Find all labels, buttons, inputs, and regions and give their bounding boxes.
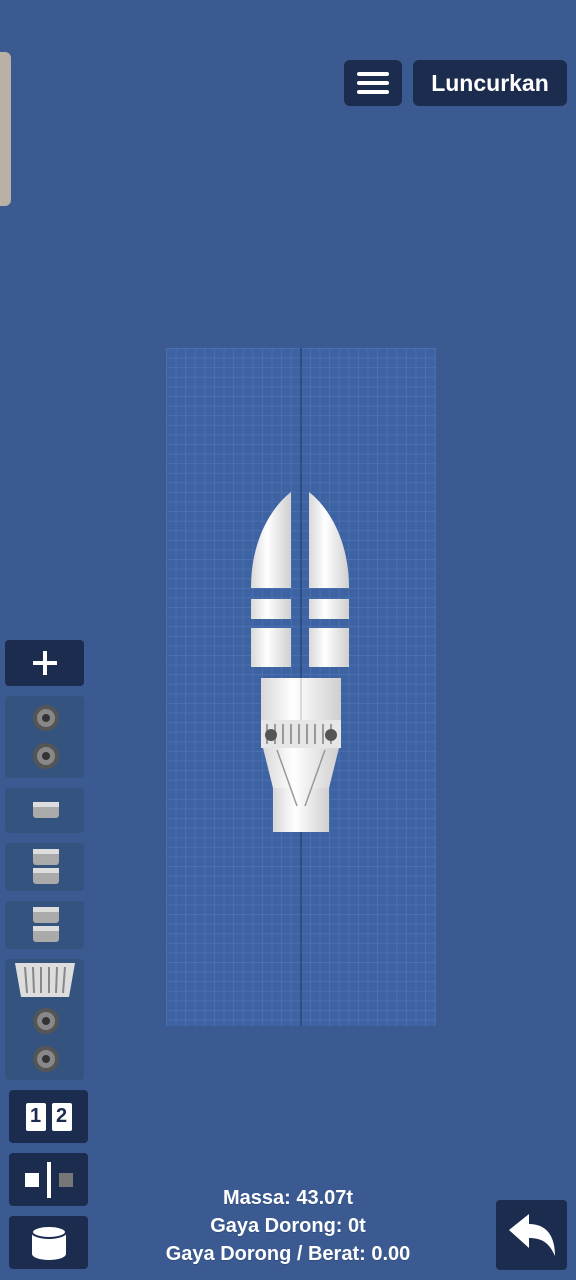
fairing-ring-left[interactable] (251, 599, 291, 619)
mass-label: Massa: 43.07t (222, 1187, 354, 1209)
symmetry-tool[interactable] (9, 1153, 88, 1206)
stats-panel: Massa: 43.07t Gaya Dorong: 0t Gaya Doron… (130, 1184, 446, 1268)
scroll-handle[interactable] (0, 52, 11, 206)
rcs-thruster-icon (33, 1046, 59, 1072)
nose-cone-right[interactable] (309, 492, 349, 588)
fairing-body-left[interactable] (251, 628, 291, 667)
stage-order-tool[interactable]: 1 2 (9, 1090, 88, 1143)
fuel-tank-icon (33, 849, 59, 865)
rcs-thruster-icon (33, 743, 59, 769)
fuel-tank-icon (33, 868, 59, 884)
menu-button[interactable] (344, 60, 402, 106)
stage-5[interactable] (5, 959, 84, 1080)
engine-icon (15, 963, 75, 997)
add-part-button[interactable] (5, 640, 84, 686)
launch-button[interactable]: Luncurkan (413, 60, 567, 106)
stage-1[interactable] (5, 696, 84, 778)
rcs-thruster-icon (33, 705, 59, 731)
cylinder-icon (30, 1224, 67, 1260)
undo-button[interactable] (496, 1200, 567, 1270)
symmetry-icon (24, 1161, 73, 1198)
nose-cone-left[interactable] (251, 492, 291, 588)
rcs-thruster-icon (265, 729, 277, 741)
fairing-body-right[interactable] (309, 628, 349, 667)
rcs-thruster-icon (33, 1008, 59, 1034)
stage-2[interactable] (5, 788, 84, 833)
rcs-thruster-icon (325, 729, 337, 741)
plus-icon (32, 651, 57, 675)
stage-3[interactable] (5, 843, 84, 891)
undo-arrow-icon (508, 1214, 555, 1256)
thrust-weight-label: Gaya Dorong / Berat: 0.00 (165, 1243, 411, 1265)
stage-4[interactable] (5, 901, 84, 949)
stage-numbers-icon: 1 2 (25, 1102, 72, 1131)
fuel-tank-icon (33, 926, 59, 942)
rocket-assembly[interactable] (245, 488, 355, 836)
engine-part[interactable] (261, 720, 341, 832)
part-shape-tool[interactable] (9, 1216, 88, 1269)
fuel-tank-icon (33, 907, 59, 923)
fuel-tank-icon (33, 802, 59, 818)
thrust-label: Gaya Dorong: 0t (210, 1215, 366, 1237)
fairing-ring-right[interactable] (309, 599, 349, 619)
